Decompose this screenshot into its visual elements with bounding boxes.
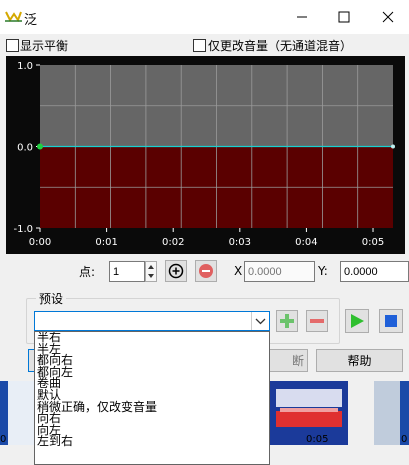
plus-circle-icon <box>168 263 184 279</box>
minimize-icon <box>297 16 307 18</box>
preset-option[interactable]: 都向左 <box>35 366 269 379</box>
preset-dropdown-list[interactable]: 半右 半左 都向右 都向左 卷曲 默认 稍微正确，仅改变音量 向右 向左 左到右 <box>34 331 270 465</box>
envelope-chart[interactable]: 1.0 0.0 -1.0 0:00 0:01 0:02 0:03 0:04 0:05 <box>6 56 405 254</box>
x-tick-label: 0:03 <box>229 237 251 248</box>
remove-preset-button[interactable] <box>306 310 328 332</box>
minus-icon <box>310 319 324 323</box>
x-value-input[interactable] <box>244 261 315 282</box>
close-icon <box>382 11 394 23</box>
x-label: X <box>234 264 243 278</box>
preset-option[interactable]: 左到右 <box>35 436 269 448</box>
preset-option[interactable]: 半右 <box>35 332 269 344</box>
timeline-label-center: 0:05 <box>306 434 329 445</box>
minimize-button[interactable] <box>281 0 323 34</box>
maximize-icon <box>338 11 350 23</box>
app-icon <box>5 11 22 22</box>
play-button[interactable] <box>345 309 369 333</box>
waveform-thumbnail-left-2 <box>8 381 34 445</box>
help-button-label: 帮助 <box>347 354 372 368</box>
maximize-button[interactable] <box>323 0 365 34</box>
timeline-label-right: 0 <box>401 434 408 445</box>
y-tick-label: 1.0 <box>17 61 33 72</box>
point-input[interactable] <box>109 261 145 282</box>
y-label: Y: <box>318 264 328 278</box>
preset-dropdown-button[interactable] <box>251 312 269 330</box>
add-point-button[interactable] <box>165 260 187 282</box>
stop-button[interactable] <box>379 309 403 333</box>
envelope-point[interactable] <box>391 144 395 149</box>
show-balance-checkbox[interactable] <box>6 39 19 52</box>
minus-circle-icon <box>199 264 213 278</box>
play-icon <box>351 314 364 328</box>
help-button[interactable]: 帮助 <box>316 349 403 372</box>
point-spinner[interactable] <box>145 261 157 282</box>
title-bar: 泛 <box>0 0 409 34</box>
envelope-point[interactable] <box>37 143 43 150</box>
x-tick-label: 0:00 <box>29 237 51 248</box>
partial-button[interactable]: 断 <box>266 349 308 372</box>
add-preset-button[interactable] <box>276 310 298 332</box>
y-tick-label: -1.0 <box>13 224 33 235</box>
y-tick-label: 0.0 <box>17 143 33 154</box>
envelope-plot[interactable]: 1.0 0.0 -1.0 0:00 0:01 0:02 0:03 0:04 0:05 <box>6 56 405 254</box>
y-value-input[interactable] <box>340 261 409 282</box>
x-tick-label: 0:05 <box>362 237 384 248</box>
preset-option[interactable]: 卷曲 <box>35 378 269 390</box>
x-tick-label: 0:02 <box>162 237 184 248</box>
window-title: 泛 <box>24 13 38 28</box>
remove-point-button[interactable] <box>195 260 217 282</box>
change-volume-only-label: 仅更改音量（无通道混音） <box>208 39 353 53</box>
preset-option[interactable]: 向右 <box>35 412 269 425</box>
timeline-label-left: 0 <box>0 434 7 445</box>
x-tick-label: 0:04 <box>295 237 317 248</box>
change-volume-only-checkbox[interactable] <box>193 39 206 52</box>
close-button[interactable] <box>367 0 409 34</box>
chevron-down-icon <box>255 318 266 325</box>
point-label: 点: <box>79 265 96 279</box>
show-balance-label: 显示平衡 <box>20 39 69 53</box>
preset-select[interactable] <box>34 311 270 331</box>
preset-option[interactable]: 稍微正确，仅改变音量 <box>35 401 269 414</box>
plus-icon <box>280 314 294 328</box>
stop-icon <box>385 315 397 327</box>
spinner-arrows-icon <box>148 265 154 278</box>
partial-button-label: 断 <box>291 354 304 368</box>
x-tick-label: 0:01 <box>95 237 117 248</box>
presets-group-label: 预设 <box>36 290 67 307</box>
